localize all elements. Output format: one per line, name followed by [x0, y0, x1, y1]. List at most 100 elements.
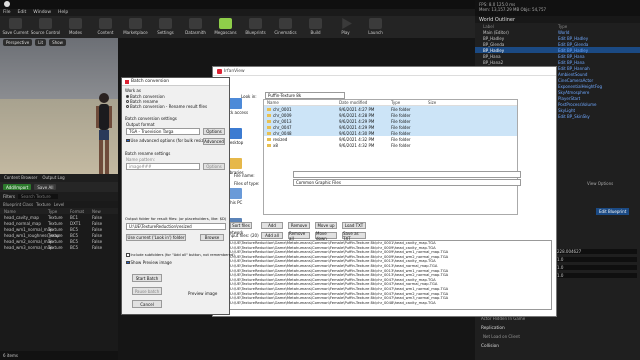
source-control-icon [39, 18, 52, 29]
add-import-button[interactable]: Add/Import [3, 184, 32, 190]
checkbox-icon [126, 138, 130, 143]
datasmith-icon [189, 18, 202, 29]
options-button[interactable]: Options [203, 128, 225, 135]
toolbar-save-current[interactable]: Save Current [2, 18, 29, 36]
content-browser-tabs: Content Browser Output Log [0, 174, 118, 182]
remove-all-button[interactable]: Remove all [288, 231, 310, 241]
load-txt-button[interactable]: Load TXT [342, 222, 366, 229]
table-row[interactable]: head_wm1_roughness_map Texture BC5 False [0, 232, 118, 238]
add-all-button[interactable]: Add all [261, 232, 283, 239]
toolbar-modes[interactable]: Modes [63, 18, 88, 36]
file-type-label: Files of type: [234, 181, 260, 186]
tab-output-log[interactable]: Output Log [42, 175, 64, 181]
outliner-item[interactable]: BP_Hana Edit BP_Hana [475, 53, 640, 59]
conversion-settings-label: Batch conversion settings [125, 116, 177, 121]
table-row[interactable]: head_wm1_normal_map Texture BC5 False [0, 226, 118, 232]
folder-icon [267, 108, 271, 111]
include-subfolders-checkbox[interactable]: Include subfolders (for "Add all" button… [126, 253, 235, 257]
table-row[interactable]: head_cavity_map Texture BC1 False [0, 214, 118, 220]
outliner-item[interactable]: BP_Glenda Edit BP_Glenda [475, 41, 640, 47]
content-browser-toolbar: Add/Import Save All [0, 182, 118, 192]
menu-file[interactable]: File [3, 10, 11, 15]
start-batch-button[interactable]: Start Batch [132, 274, 162, 282]
filter-blueprint-class[interactable]: Blueprint Class [3, 202, 33, 207]
browse-button[interactable]: Browse [200, 234, 224, 241]
advanced-button[interactable]: Advanced [203, 138, 225, 145]
toolbar-build[interactable]: Build [303, 18, 328, 36]
perspective-button[interactable]: Perspective [3, 39, 33, 46]
advanced-options-checkbox[interactable]: Use advanced options (for bulk resize...… [126, 138, 211, 143]
edit-blueprint-button[interactable]: Edit Blueprint [596, 208, 630, 215]
toolbar-launch[interactable]: Launch [363, 18, 388, 36]
replication-section[interactable]: Replication [481, 326, 505, 331]
add-button[interactable]: Add [261, 222, 283, 229]
toolbar-megascans[interactable]: Megascans [213, 18, 238, 36]
content-icon [99, 18, 112, 29]
sort-files-button[interactable]: Sort files [230, 222, 252, 229]
outliner-item[interactable]: Main (Editor) World [475, 29, 640, 35]
menu-window[interactable]: Window [33, 10, 51, 15]
input-file-item[interactable]: U:\UE\TextureReduction\Game\Metahumans\C… [228, 301, 551, 306]
menu-help[interactable]: Help [58, 10, 68, 15]
folder-icon [267, 126, 271, 129]
table-row[interactable]: head_wm2_normal_map Texture BC5 False [0, 238, 118, 244]
search-input[interactable]: Search Texture [18, 194, 58, 199]
scale-x-field[interactable]: 1.0 [555, 257, 637, 262]
show-button[interactable]: Show [49, 39, 66, 46]
filter-level[interactable]: Level [54, 202, 65, 207]
lit-button[interactable]: Lit [35, 39, 47, 46]
filter-texture[interactable]: Texture [36, 202, 51, 207]
remove-button[interactable]: Remove [288, 222, 310, 229]
irfanview-icon [217, 68, 222, 74]
scale-z-field[interactable]: 1.0 [555, 273, 637, 278]
outliner-header: Label Type [483, 23, 568, 29]
output-folder-input[interactable]: U:\UE\TextureReduction\resized [126, 223, 226, 230]
input-files-list[interactable]: U:\UE\TextureReduction\Game\Metahumans\C… [227, 240, 552, 310]
file-type-select[interactable]: Common Graphic Files [293, 179, 521, 186]
save-as-txt-button[interactable]: Save as TXT [342, 231, 366, 241]
view-options-button[interactable]: View Options [587, 181, 613, 186]
menu-edit[interactable]: Edit [18, 10, 27, 15]
table-row[interactable]: head_normal_map Texture DXT1 False [0, 220, 118, 226]
rename-options-button[interactable]: Options [203, 163, 225, 170]
toolbar-content[interactable]: Content [93, 18, 118, 36]
rename-settings-label: Batch rename settings [125, 151, 171, 156]
outliner-title: World Outliner [475, 16, 640, 23]
file-row[interactable]: x8 9/6/2021 4:32 PM File folder [264, 142, 517, 148]
scale-y-field[interactable]: 1.0 [555, 265, 637, 270]
toolbar-cinematics[interactable]: Cinematics [273, 18, 298, 36]
transform-x-field[interactable]: 228.004627 [555, 249, 637, 254]
show-preview-checkbox[interactable]: Show Preview image [126, 260, 172, 265]
tab-content-browser[interactable]: Content Browser [4, 175, 37, 181]
pause-batch-button[interactable]: Pause batch [132, 287, 162, 295]
computer-icon [228, 187, 242, 199]
input-files-label: Input files: (20) [228, 233, 259, 238]
toolbar-datasmith[interactable]: Datasmith [183, 18, 208, 36]
look-in-select[interactable]: Puffin-Texture 8k [265, 92, 345, 99]
cancel-button[interactable]: Cancel [132, 300, 162, 308]
toolbar-blueprints[interactable]: Blueprints [243, 18, 268, 36]
output-format-label: Output format [126, 122, 155, 127]
outliner-item[interactable]: BP_Hana2 Edit BP_Hana [475, 59, 640, 65]
save-all-button[interactable]: Save All [34, 184, 57, 190]
save-icon [9, 18, 22, 29]
output-format-select[interactable]: TGA - Truevision Targa [126, 128, 200, 135]
table-row[interactable]: head_wm3_normal_map Texture BC5 False [0, 244, 118, 250]
move-down-button[interactable]: Move down [315, 231, 337, 241]
libraries-icon [228, 157, 242, 169]
mode-conversion-rename[interactable]: Batch conversion - Rename result files [126, 104, 207, 109]
outliner-item[interactable]: BP_Hadley Edit BP_Hadley [475, 35, 640, 41]
filters-button[interactable]: Filters [3, 194, 15, 199]
toolbar-marketplace[interactable]: Marketplace [123, 18, 148, 36]
use-current-folder-button[interactable]: Use current ('Look in') folder [126, 234, 186, 241]
collision-section[interactable]: Collision [481, 344, 499, 349]
outliner-item[interactable]: BP_Hadley Edit BP_Hadley [475, 47, 640, 53]
toolbar-play[interactable]: Play [333, 18, 358, 36]
toolbar-settings[interactable]: Settings [153, 18, 178, 36]
play-icon [342, 18, 352, 29]
move-up-button[interactable]: Move up [315, 222, 337, 229]
batch-dialog-title: Batch conversion [122, 78, 229, 86]
name-pattern-input[interactable]: image### [126, 163, 200, 170]
file-name-input[interactable] [293, 171, 521, 178]
toolbar-source-control[interactable]: Source Control [31, 18, 60, 36]
